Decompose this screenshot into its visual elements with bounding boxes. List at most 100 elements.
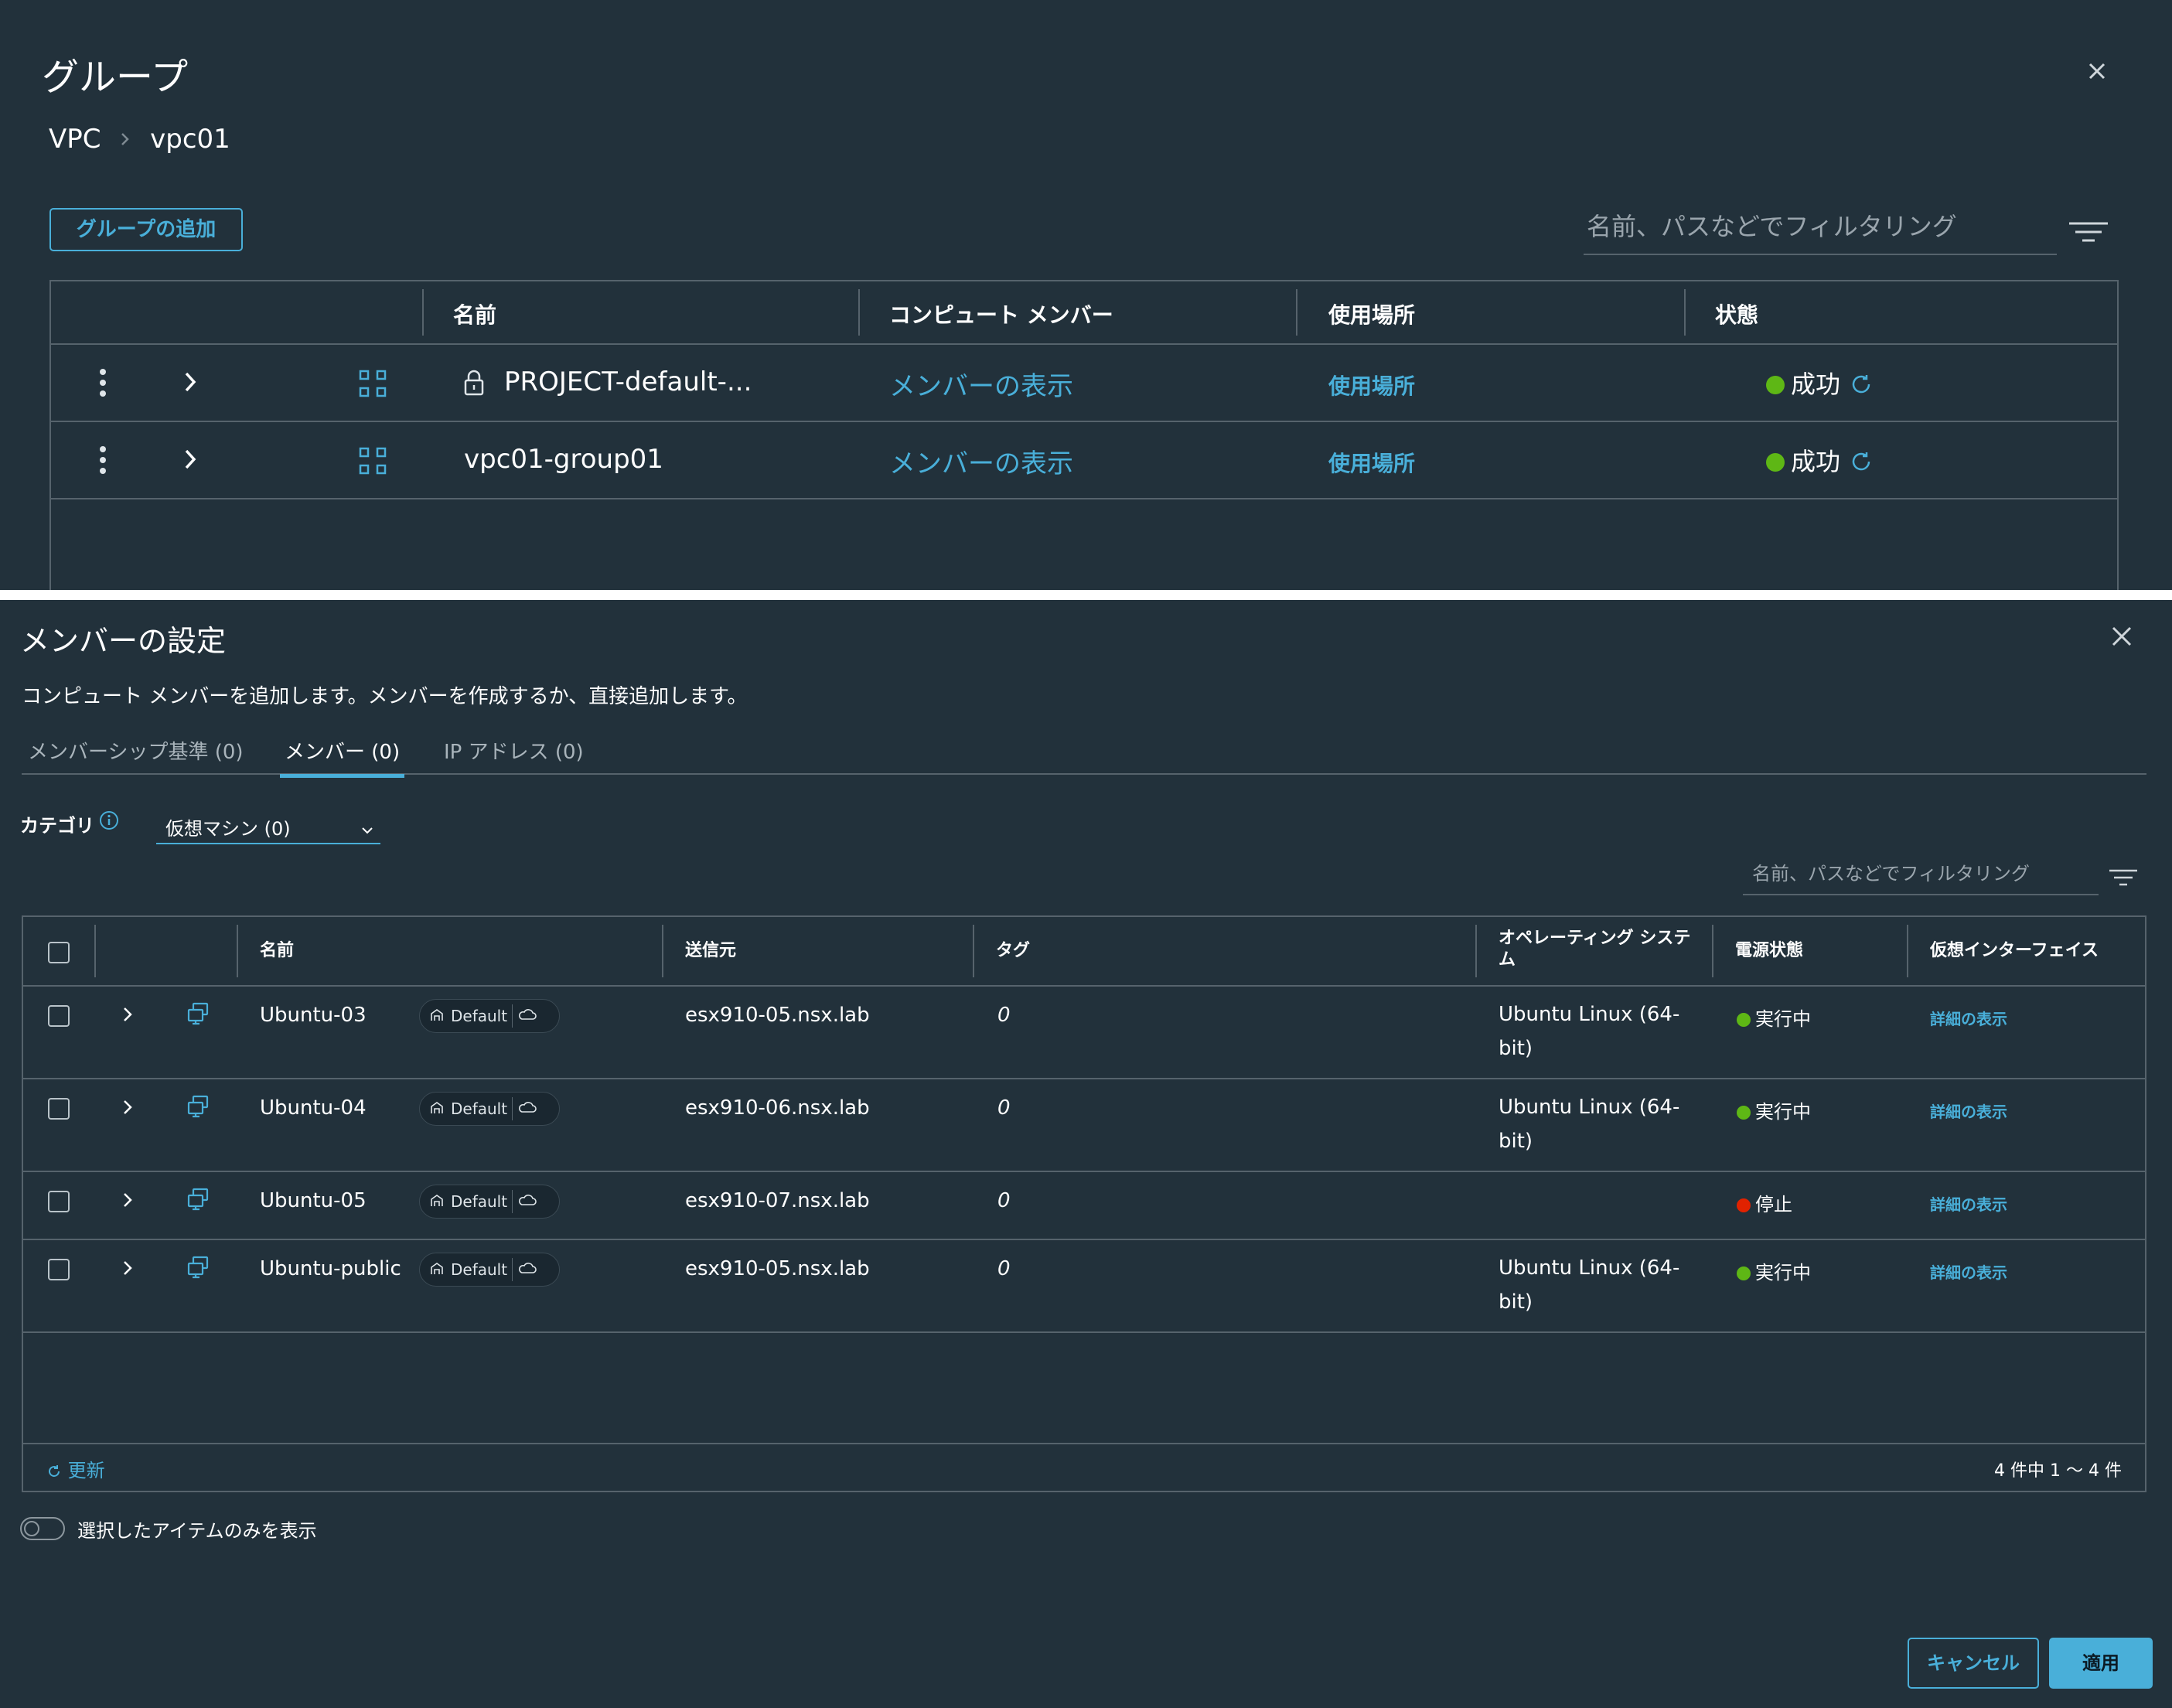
where-used-link[interactable]: 使用場所	[1328, 370, 1415, 401]
tag-pill: Default	[419, 999, 560, 1033]
tag-count[interactable]: 0	[997, 1096, 1011, 1120]
group-icon	[359, 447, 387, 478]
view-members-link[interactable]: メンバーの表示	[889, 442, 1073, 480]
project-icon	[429, 1260, 445, 1280]
groups-table: 名前 コンピュート メンバー 使用場所 状態 PROJECT-default-.…	[49, 280, 2119, 590]
expand-chevron-icon[interactable]	[182, 447, 198, 475]
add-group-button[interactable]: グループの追加	[49, 208, 243, 251]
tag-count[interactable]: 0	[997, 1257, 1011, 1280]
tag-pill: Default	[419, 1092, 560, 1126]
filter-icon[interactable]	[2108, 869, 2139, 891]
table-row: PROJECT-default-... メンバーの表示 使用場所 成功	[51, 345, 2117, 422]
expand-chevron-icon[interactable]	[121, 1096, 135, 1121]
filter-input[interactable]	[1584, 207, 2054, 246]
column-header-name[interactable]: 名前	[453, 298, 496, 329]
show-selected-only-toggle[interactable]	[20, 1517, 65, 1540]
tag-pill: Default	[419, 1253, 560, 1287]
apply-button[interactable]: 適用	[2049, 1638, 2153, 1689]
dialog-title: メンバーの設定	[20, 624, 227, 658]
chevron-down-icon	[360, 818, 374, 840]
column-header-status[interactable]: 状態	[1715, 298, 1758, 329]
column-header-tags[interactable]: タグ	[996, 940, 1030, 962]
table-row: Ubuntu-03 Default esx910-05.nsx.lab 0 Ub…	[23, 987, 2145, 1079]
vm-os: Ubuntu Linux (64-bit)	[1499, 1003, 1680, 1060]
running-dot-icon	[1737, 1267, 1751, 1280]
tag-count[interactable]: 0	[997, 1189, 1011, 1212]
view-details-link[interactable]: 詳細の表示	[1930, 1260, 2007, 1283]
power-state: 実行中	[1737, 1257, 1811, 1284]
filter-input[interactable]	[1743, 858, 2109, 889]
filter-icon[interactable]	[2068, 221, 2109, 247]
tab-members[interactable]: メンバー (0)	[280, 736, 405, 778]
row-checkbox[interactable]	[48, 1191, 70, 1212]
view-members-link[interactable]: メンバーの表示	[889, 365, 1073, 403]
tab-membership-criteria[interactable]: メンバーシップ基準 (0)	[28, 736, 244, 774]
refresh-button[interactable]: 更新	[46, 1455, 105, 1482]
member-settings-dialog: メンバーの設定 コンピュート メンバーを追加します。メンバーを作成するか、直接追…	[0, 600, 2172, 1708]
row-checkbox[interactable]	[48, 1259, 70, 1280]
view-details-link[interactable]: 詳細の表示	[1930, 1099, 2007, 1122]
vm-name: Ubuntu-public	[260, 1257, 401, 1280]
success-dot-icon	[1766, 453, 1785, 472]
cloud-icon	[517, 1192, 537, 1212]
toggle-label: 選択したアイテムのみを表示	[77, 1520, 317, 1542]
view-details-link[interactable]: 詳細の表示	[1930, 1192, 2007, 1215]
tab-bar: メンバーシップ基準 (0) メンバー (0) IP アドレス (0)	[22, 736, 2146, 778]
dialog-subtitle: コンピュート メンバーを追加します。メンバーを作成するか、直接追加します。	[22, 685, 748, 708]
pagination-count: 4 件中 1 ～ 4 件	[1994, 1461, 2122, 1481]
expand-chevron-icon[interactable]	[121, 1004, 135, 1028]
vm-name: Ubuntu-04	[260, 1096, 367, 1120]
group-icon	[359, 370, 387, 401]
cloud-icon	[517, 1260, 537, 1280]
status-badge: 成功	[1766, 365, 1873, 402]
category-value: 仮想マシン (0)	[165, 818, 291, 840]
cancel-button[interactable]: キャンセル	[1908, 1638, 2039, 1689]
where-used-link[interactable]: 使用場所	[1328, 447, 1415, 478]
tab-ip-addresses[interactable]: IP アドレス (0)	[444, 736, 584, 774]
row-checkbox[interactable]	[48, 1098, 70, 1120]
kebab-menu-icon[interactable]	[99, 445, 107, 478]
table-header: 名前 送信元 タグ オペレーティング システム 電源状態 仮想インターフェイス	[23, 917, 2145, 987]
expand-chevron-icon[interactable]	[121, 1257, 135, 1282]
status-badge: 成功	[1766, 442, 1873, 479]
row-checkbox[interactable]	[48, 1005, 70, 1027]
column-header-power-state[interactable]: 電源状態	[1735, 940, 1803, 962]
filter-search	[1584, 207, 2057, 255]
info-icon[interactable]	[99, 810, 119, 834]
vm-table: 名前 送信元 タグ オペレーティング システム 電源状態 仮想インターフェイス …	[22, 915, 2146, 1492]
vm-source: esx910-05.nsx.lab	[685, 1004, 870, 1027]
vm-source: esx910-06.nsx.lab	[685, 1096, 870, 1120]
column-header-source[interactable]: 送信元	[685, 940, 736, 962]
select-all-checkbox[interactable]	[48, 942, 70, 963]
refresh-icon[interactable]	[1850, 373, 1873, 402]
column-header-virtual-interface[interactable]: 仮想インターフェイス	[1930, 940, 2099, 962]
tag-count[interactable]: 0	[997, 1004, 1011, 1027]
vm-icon	[186, 1256, 210, 1284]
tag-pill: Default	[419, 1185, 560, 1219]
breadcrumb: VPC vpc01	[49, 124, 230, 155]
refresh-icon[interactable]	[1850, 450, 1873, 479]
column-header-os[interactable]: オペレーティング システム	[1499, 928, 1692, 971]
lock-icon	[464, 370, 484, 399]
project-icon	[429, 1099, 445, 1119]
chevron-right-icon	[120, 124, 131, 155]
kebab-menu-icon[interactable]	[99, 368, 107, 401]
column-header-name[interactable]: 名前	[260, 940, 294, 962]
column-header-compute-members[interactable]: コンピュート メンバー	[889, 298, 1113, 329]
column-header-where-used[interactable]: 使用場所	[1328, 298, 1415, 329]
category-select[interactable]: 仮想マシン (0)	[156, 809, 380, 844]
success-dot-icon	[1766, 376, 1785, 394]
table-row: vpc01-group01 メンバーの表示 使用場所 成功	[51, 422, 2117, 499]
breadcrumb-vpc01: vpc01	[150, 124, 230, 155]
close-icon[interactable]	[2110, 625, 2133, 651]
vm-os: Ubuntu Linux (64-bit)	[1499, 1096, 1680, 1153]
close-icon[interactable]	[2086, 60, 2108, 85]
view-details-link[interactable]: 詳細の表示	[1930, 1007, 2007, 1029]
expand-chevron-icon[interactable]	[182, 370, 198, 397]
vm-name: Ubuntu-03	[260, 1004, 367, 1027]
breadcrumb-vpc[interactable]: VPC	[49, 124, 101, 155]
table-footer: 更新 4 件中 1 ～ 4 件	[23, 1443, 2145, 1491]
cloud-icon	[517, 1007, 537, 1026]
power-state: 実行中	[1737, 1096, 1811, 1123]
expand-chevron-icon[interactable]	[121, 1189, 135, 1214]
